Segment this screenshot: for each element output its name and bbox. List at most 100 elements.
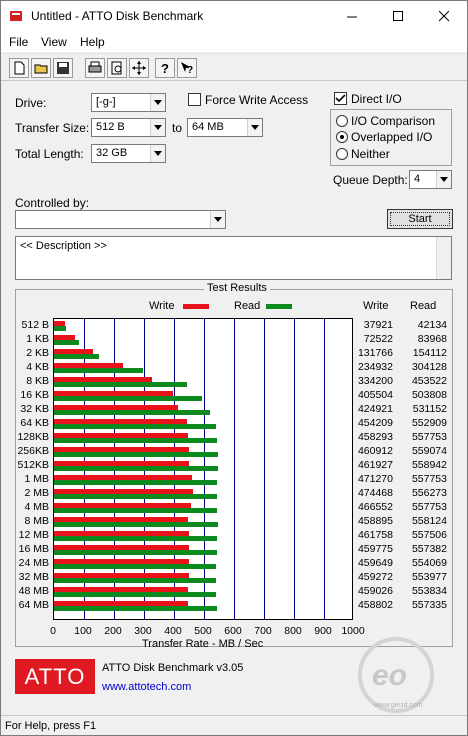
x-tick-label: 300 [134, 625, 152, 637]
write-value: 405504 [357, 389, 393, 402]
read-value: 559074 [411, 445, 447, 458]
transfer-size-tick-label: 256KB [17, 445, 49, 458]
read-value: 83968 [417, 333, 447, 346]
chevron-down-icon [150, 119, 165, 136]
minimize-button[interactable] [329, 1, 375, 32]
read-value: 531152 [412, 403, 447, 416]
transfer-size-tick-label: 32 KB [20, 403, 49, 416]
write-value: 458802 [357, 599, 393, 612]
transfer-size-tick-label: 16 MB [18, 543, 49, 556]
transfer-from-select[interactable]: 512 B [91, 118, 166, 137]
direct-io-label: Direct I/O [351, 92, 402, 106]
menu-help[interactable]: Help [80, 35, 105, 49]
queue-depth-select[interactable]: 4 [409, 170, 452, 189]
force-write-label: Force Write Access [205, 93, 309, 107]
transfer-size-tick-label: 2 MB [24, 487, 49, 500]
description-scrollbar[interactable] [436, 237, 451, 279]
read-value: 42134 [417, 319, 447, 331]
io-comparison-radio[interactable] [336, 115, 348, 127]
open-button[interactable] [31, 58, 51, 78]
x-tick-label: 700 [254, 625, 272, 637]
context-help-icon: ? [181, 62, 193, 75]
force-write-checkbox[interactable] [188, 93, 201, 106]
new-file-icon [14, 61, 25, 75]
transfer-size-tick-label: 8 MB [24, 515, 49, 528]
x-axis-label: Transfer Rate - MB / Sec [142, 638, 264, 650]
new-button[interactable] [9, 58, 29, 78]
write-value: 471270 [357, 473, 393, 486]
chevron-down-icon [436, 171, 451, 188]
transfer-size-tick-label: 128KB [17, 431, 49, 444]
print-button[interactable] [85, 58, 105, 78]
save-button[interactable] [53, 58, 73, 78]
legend-read-label: Read [234, 300, 261, 312]
read-bar [54, 578, 217, 584]
controlled-by-select[interactable] [15, 210, 226, 229]
queue-depth-label: Queue Depth: [333, 173, 408, 187]
menu-view[interactable]: View [41, 35, 67, 49]
direct-io-checkbox[interactable] [334, 92, 347, 105]
write-value: 334200 [357, 375, 393, 388]
read-bar [54, 396, 202, 402]
read-value: 453522 [411, 375, 447, 388]
question-icon: ? [161, 61, 169, 75]
chevron-down-icon [150, 145, 165, 162]
read-bar [54, 466, 218, 472]
transfer-from-value: 512 B [96, 121, 125, 133]
transfer-to-value: 64 MB [192, 121, 224, 133]
read-value: 552909 [411, 417, 447, 430]
checkmark-icon [335, 94, 346, 103]
read-value: 557506 [411, 529, 447, 542]
help-button[interactable]: ? [155, 58, 175, 78]
write-value: 458293 [357, 431, 393, 444]
read-bar [54, 494, 217, 500]
read-value: 554069 [411, 557, 447, 570]
close-icon [438, 11, 449, 22]
x-tick-label: 600 [224, 625, 242, 637]
transfer-to-select[interactable]: 64 MB [187, 118, 263, 137]
chevron-down-icon [247, 119, 262, 136]
write-value: 37921 [363, 319, 393, 331]
menu-bar: File View Help [1, 32, 467, 52]
start-button[interactable]: Start [387, 209, 453, 229]
maximize-button[interactable] [375, 1, 421, 32]
read-value: 503808 [411, 389, 447, 402]
drive-select[interactable]: [-g-] [91, 93, 166, 112]
write-value: 424921 [357, 403, 393, 416]
move-button[interactable] [129, 58, 149, 78]
read-value: 553977 [411, 571, 447, 584]
print-preview-button[interactable] [107, 58, 127, 78]
maximize-icon [392, 11, 403, 21]
write-value: 466552 [357, 501, 393, 514]
menu-file[interactable]: File [9, 35, 28, 49]
close-button[interactable] [421, 1, 467, 32]
read-bar [54, 354, 100, 360]
overlapped-io-radio[interactable] [336, 131, 348, 143]
total-length-select[interactable]: 32 GB [91, 144, 166, 163]
total-length-value: 32 GB [96, 147, 128, 159]
open-folder-icon [34, 64, 48, 74]
write-value: 459272 [357, 571, 393, 584]
grid-line [294, 319, 295, 619]
write-value: 459026 [357, 585, 393, 598]
website-link[interactable]: www.attotech.com [102, 681, 191, 693]
start-label: Start [408, 213, 432, 225]
atto-logo: ATTO [15, 659, 95, 694]
read-bar [54, 326, 67, 331]
status-text: For Help, press F1 [5, 720, 97, 732]
x-tick-label: 0 [50, 625, 56, 637]
transfer-size-label: Transfer Size: [15, 121, 90, 135]
context-help-button[interactable]: ? [177, 58, 197, 78]
description-text: << Description >> [20, 240, 107, 252]
grid-line [234, 319, 235, 619]
write-value: 461927 [357, 459, 393, 472]
read-value: 304128 [411, 361, 447, 374]
read-bar [54, 508, 218, 514]
x-tick-label: 900 [314, 625, 332, 637]
neither-radio[interactable] [336, 148, 348, 160]
read-bar [54, 410, 210, 416]
write-value: 460912 [357, 445, 393, 458]
description-box[interactable]: << Description >> [15, 236, 452, 280]
grid-line [324, 319, 325, 619]
overlapped-io-label: Overlapped I/O [351, 130, 433, 144]
